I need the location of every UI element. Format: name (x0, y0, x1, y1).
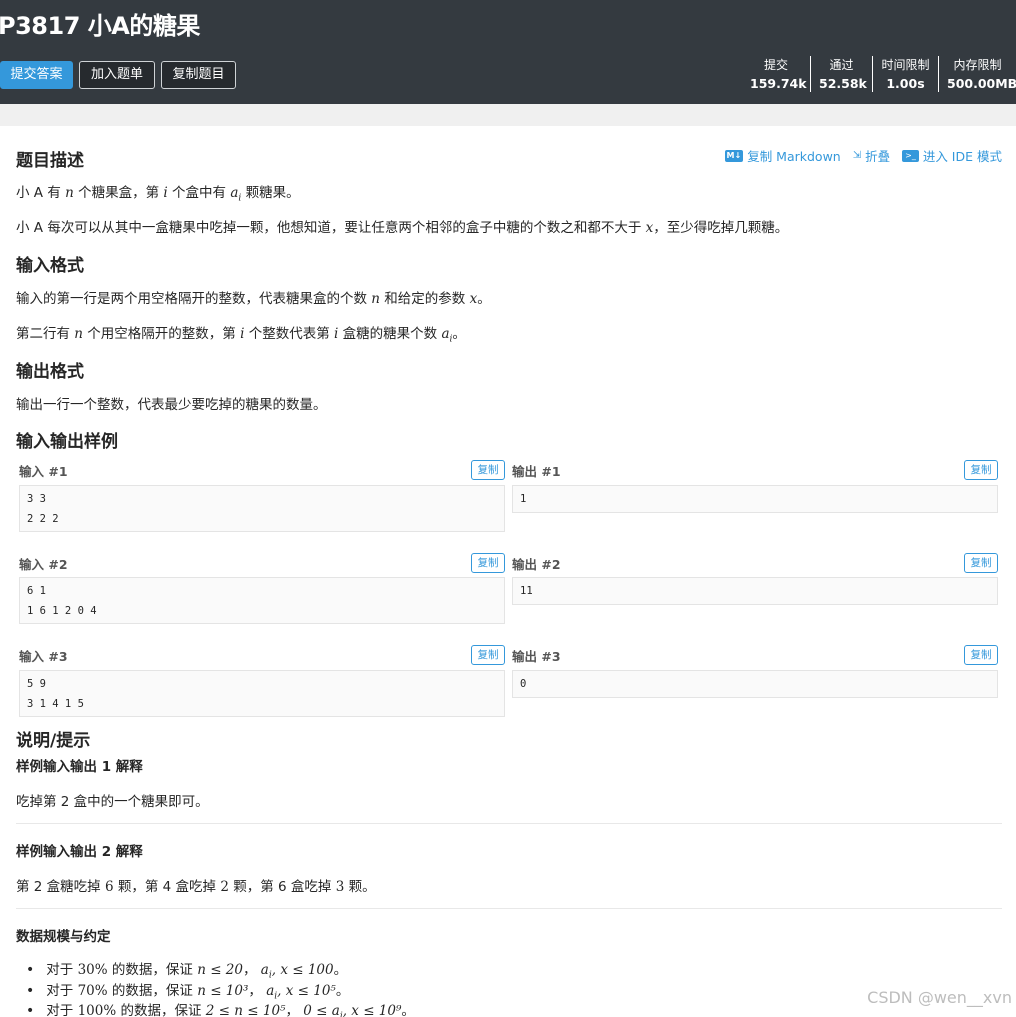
stat-accepted: 通过 52.58k (810, 56, 872, 92)
sample-3-input-copy-button[interactable]: 复制 (471, 645, 505, 665)
fold-link[interactable]: ⇲ 折叠 (853, 146, 890, 165)
section-title-samples: 输入输出样例 (16, 432, 118, 452)
hint-example-1-title: 样例输入输出 1 解释 (16, 759, 143, 775)
section-title-description: 题目描述 (16, 151, 84, 171)
sample-1-input: 3 3 2 2 2 (19, 485, 505, 532)
markdown-icon: M↓ (724, 149, 744, 162)
description-line-1: 小 A 有 n 个糖果盒，第 i 个盒中有 ai 颗糖果。 (16, 185, 300, 204)
copy-problem-button[interactable]: 复制题目 (161, 61, 236, 89)
input-format-line-2: 第二行有 n 个用空格隔开的整数，第 i 个整数代表第 i 盒糖的糖果个数 ai… (16, 326, 466, 345)
constraint-item: 对于 100% 的数据，保证 2 ≤ n ≤ 10⁵， 0 ≤ ai, x ≤ … (26, 999, 415, 1017)
ide-mode-link[interactable]: >_ 进入 IDE 模式 (902, 146, 1002, 165)
sample-1-input-copy-button[interactable]: 复制 (471, 460, 505, 480)
sample-2-output: 11 (512, 577, 998, 605)
sample-1-output: 1 (512, 485, 998, 513)
output-format-line-1: 输出一行一个整数，代表最少要吃掉的糖果的数量。 (16, 397, 327, 413)
sample-2-input: 6 1 1 6 1 2 0 4 (19, 577, 505, 624)
divider (16, 908, 1002, 909)
problem-toolbar: M↓ 复制 Markdown ⇲ 折叠 >_ 进入 IDE 模式 (724, 146, 1002, 165)
section-title-hint: 说明/提示 (16, 731, 91, 751)
problem-title: P3817 小A的糖果 (0, 12, 200, 40)
section-title-input-format: 输入格式 (16, 256, 84, 276)
constraint-item: 对于 30% 的数据，保证 n ≤ 20， ai, x ≤ 100。 (26, 958, 415, 981)
copy-markdown-link[interactable]: M↓ 复制 Markdown (724, 146, 841, 165)
constraints-list: 对于 30% 的数据，保证 n ≤ 20， ai, x ≤ 100。 对于 70… (26, 958, 415, 1017)
sample-2-input-label: 输入 #2 (19, 557, 68, 572)
sample-2-input-copy-button[interactable]: 复制 (471, 553, 505, 573)
divider (16, 823, 1002, 824)
collapse-icon: ⇲ (852, 149, 862, 161)
sample-3-input-label: 输入 #3 (19, 649, 68, 664)
csdn-watermark: CSDN @wen__xvn (867, 988, 1012, 1007)
stat-time-limit: 时间限制 1.00s (872, 56, 938, 92)
submit-answer-button[interactable]: 提交答案 (0, 61, 73, 89)
stat-submissions: 提交 159.74k (750, 58, 807, 91)
sample-2-output-copy-button[interactable]: 复制 (964, 553, 998, 573)
sample-3-output-label: 输出 #3 (512, 649, 561, 664)
input-format-line-1: 输入的第一行是两个用空格隔开的整数，代表糖果盒的个数 n 和给定的参数 x。 (16, 291, 491, 307)
header-divider-band (0, 104, 1016, 126)
description-line-2: 小 A 每次可以从其中一盒糖果中吃掉一颗，他想知道，要让任意两个相邻的盒子中糖的… (16, 220, 789, 236)
sample-3-input: 5 9 3 1 4 1 5 (19, 670, 505, 717)
hint-example-2-title: 样例输入输出 2 解释 (16, 844, 143, 860)
hint-example-2-text: 第 2 盒糖吃掉 6 颗，第 4 盒吃掉 2 颗，第 6 盒吃掉 3 颗。 (16, 879, 376, 895)
sample-1-output-label: 输出 #1 (512, 464, 561, 479)
add-to-list-button[interactable]: 加入题单 (79, 61, 155, 89)
constraint-item: 对于 70% 的数据，保证 n ≤ 10³， ai, x ≤ 10⁵。 (26, 979, 415, 1002)
sample-3-output-copy-button[interactable]: 复制 (964, 645, 998, 665)
sample-1-output-copy-button[interactable]: 复制 (964, 460, 998, 480)
problem-stats: 提交 159.74k 通过 52.58k 时间限制 1.00s 内存限制 500… (742, 56, 1016, 96)
sample-1-input-label: 输入 #1 (19, 464, 68, 479)
section-title-output-format: 输出格式 (16, 362, 84, 382)
stat-memory-limit: 内存限制 500.00MB (938, 56, 1016, 92)
terminal-icon: >_ (902, 149, 919, 162)
hint-example-1-text: 吃掉第 2 盒中的一个糖果即可。 (16, 794, 209, 810)
problem-header: P3817 小A的糖果 提交答案 加入题单 复制题目 提交 159.74k 通过… (0, 0, 1016, 104)
sample-2-output-label: 输出 #2 (512, 557, 561, 572)
sample-3-output: 0 (512, 670, 998, 698)
data-scale-title: 数据规模与约定 (16, 929, 111, 945)
